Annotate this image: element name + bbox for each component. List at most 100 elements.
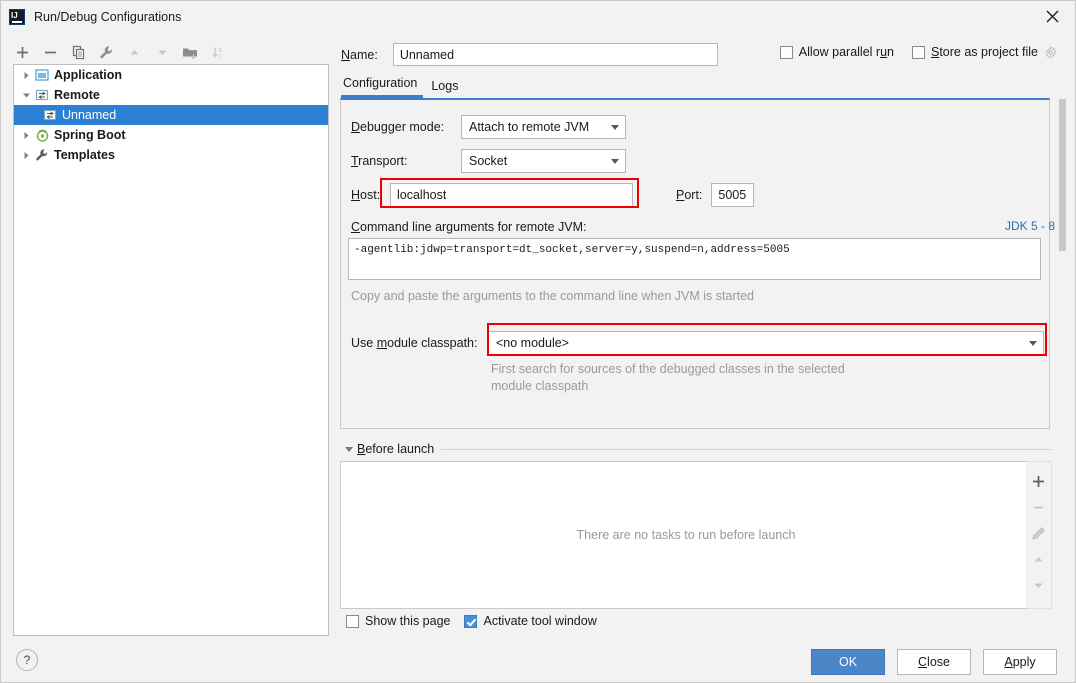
create-folder-add-icon[interactable] [177, 40, 203, 64]
tree-item-label: Unnamed [62, 108, 117, 122]
wrench-icon [34, 147, 50, 163]
tree-item-application[interactable]: Application [14, 65, 328, 85]
remote-icon [34, 87, 50, 103]
remove-configuration-button[interactable] [37, 40, 63, 64]
configurations-toolbar: a z [9, 39, 329, 65]
module-classpath-hint-line2: module classpath [491, 379, 589, 393]
tab-configuration[interactable]: Configuration [341, 76, 424, 98]
before-launch-collapse-chevron-down-icon[interactable] [341, 446, 357, 452]
configuration-options: Allow parallel run Store as project file [779, 45, 1057, 59]
configuration-scrollbar[interactable] [1057, 98, 1067, 429]
titlebar: Run/Debug Configurations [1, 1, 1075, 32]
scrollbar-thumb[interactable] [1059, 99, 1066, 251]
command-line-arguments-field[interactable]: -agentlib:jdwp=transport=dt_socket,serve… [348, 238, 1041, 280]
intellij-idea-logo-icon [9, 8, 25, 25]
sort-alphabetical-icon: a z [205, 40, 231, 64]
checkbox-box [779, 45, 793, 59]
cmdline-label-row: Command line arguments for remote JVM: [351, 220, 587, 234]
section-divider [441, 448, 1051, 450]
bottom-options: Show this page Activate tool window [346, 614, 597, 628]
debugger-mode-combo[interactable]: Attach to remote JVM [461, 115, 626, 139]
name-row: Name: [341, 43, 718, 66]
collapse-chevron-down-icon[interactable] [18, 87, 34, 103]
show-this-page-checkbox[interactable]: Show this page [346, 614, 450, 628]
before-launch-toolbar [1026, 461, 1052, 609]
allow-parallel-run-checkbox[interactable]: Allow parallel run [779, 45, 894, 59]
host-label: Host: [351, 188, 381, 202]
jdk-version-selector[interactable]: JDK 5 - 8 [1005, 219, 1065, 233]
move-up-arrow-up-icon [121, 40, 147, 64]
before-launch-task-list[interactable]: There are no tasks to run before launch [340, 461, 1032, 609]
move-down-arrow-down-icon [149, 40, 175, 64]
spring-boot-icon [34, 127, 50, 143]
debugger-mode-label: Debugger mode: [351, 120, 445, 134]
activate-tool-window-label: Activate tool window [483, 614, 597, 628]
tree-item-unnamed[interactable]: Unnamed [14, 105, 328, 125]
module-classpath-value: <no module> [496, 336, 569, 350]
debugger-mode-row: Debugger mode: Attach to remote JVM [351, 115, 626, 139]
move-task-down-arrow-down-icon [1026, 572, 1052, 598]
checkbox-box [346, 614, 359, 628]
name-input[interactable] [392, 43, 718, 66]
activate-tool-window-checkbox[interactable]: Activate tool window [464, 614, 597, 628]
add-configuration-button[interactable] [9, 40, 35, 64]
edit-templates-wrench-icon[interactable] [93, 40, 119, 64]
tree-item-spring-boot[interactable]: Spring Boot [14, 125, 328, 145]
expand-chevron-right-icon[interactable] [18, 147, 34, 163]
host-input[interactable] [390, 183, 633, 207]
jdk-version-label: JDK 5 - 8 [1004, 219, 1055, 233]
transport-value: Socket [469, 154, 508, 168]
configurations-tree[interactable]: Application Remote Unnamed Spring Boot T… [13, 64, 329, 636]
add-task-button[interactable] [1026, 468, 1052, 494]
close-button[interactable]: Close [897, 649, 971, 675]
module-classpath-row: Use module classpath: <no module> [351, 331, 1044, 355]
tree-item-templates[interactable]: Templates [14, 145, 328, 165]
ok-button[interactable]: OK [811, 649, 885, 675]
chevron-down-icon [605, 124, 625, 130]
help-button[interactable]: ? [16, 649, 38, 671]
module-classpath-hint-line1: First search for sources of the debugged… [491, 362, 845, 376]
configuration-tabs: Configuration Logs [341, 72, 464, 98]
host-row: Host: Port: [351, 183, 755, 207]
svg-text:z: z [218, 53, 221, 59]
close-icon[interactable] [1029, 1, 1075, 32]
checkbox-box [464, 614, 478, 628]
tab-logs[interactable]: Logs [429, 79, 464, 98]
chevron-down-icon [1023, 340, 1043, 346]
remove-task-button [1026, 494, 1052, 520]
port-label: Port: [676, 188, 703, 202]
before-launch-title: Before launch [357, 442, 435, 456]
gear-icon[interactable] [1044, 45, 1057, 59]
show-this-page-label: Show this page [365, 614, 451, 628]
apply-button[interactable]: Apply [983, 649, 1057, 675]
remote-icon [42, 107, 58, 123]
edit-task-pencil-icon [1026, 520, 1052, 546]
before-launch-empty-text: There are no tasks to run before launch [576, 528, 796, 542]
name-label: Name: [341, 47, 378, 62]
dialog-footer-buttons: OK Close Apply [811, 649, 1057, 675]
module-classpath-combo[interactable]: <no module> [488, 331, 1044, 355]
chevron-down-icon [605, 158, 625, 164]
port-input[interactable] [711, 183, 755, 207]
command-line-arguments-hint: Copy and paste the arguments to the comm… [351, 289, 754, 303]
run-debug-configurations-dialog: Run/Debug Configurations [0, 0, 1076, 683]
module-classpath-label: Use module classpath: [351, 336, 478, 350]
store-as-project-file-label: Store as project file [930, 45, 1038, 59]
move-task-up-arrow-up-icon [1026, 546, 1052, 572]
tree-item-label: Remote [54, 88, 100, 102]
cmdline-label: Command line arguments for remote JVM: [351, 220, 587, 234]
copy-configuration-button[interactable] [65, 40, 91, 64]
before-launch-header: Before launch [341, 441, 1051, 457]
expand-chevron-right-icon[interactable] [18, 67, 34, 83]
checkbox-box [911, 45, 925, 59]
debugger-mode-value: Attach to remote JVM [469, 120, 590, 134]
transport-combo[interactable]: Socket [461, 149, 626, 173]
tree-item-label: Application [54, 68, 123, 82]
allow-parallel-run-label: Allow parallel run [798, 45, 894, 59]
application-icon [34, 67, 50, 83]
store-as-project-file-checkbox[interactable]: Store as project file [911, 45, 1057, 59]
window-title: Run/Debug Configurations [34, 9, 182, 24]
tree-item-remote[interactable]: Remote [14, 85, 328, 105]
transport-row: Transport: Socket [351, 149, 626, 173]
expand-chevron-right-icon[interactable] [18, 127, 34, 143]
